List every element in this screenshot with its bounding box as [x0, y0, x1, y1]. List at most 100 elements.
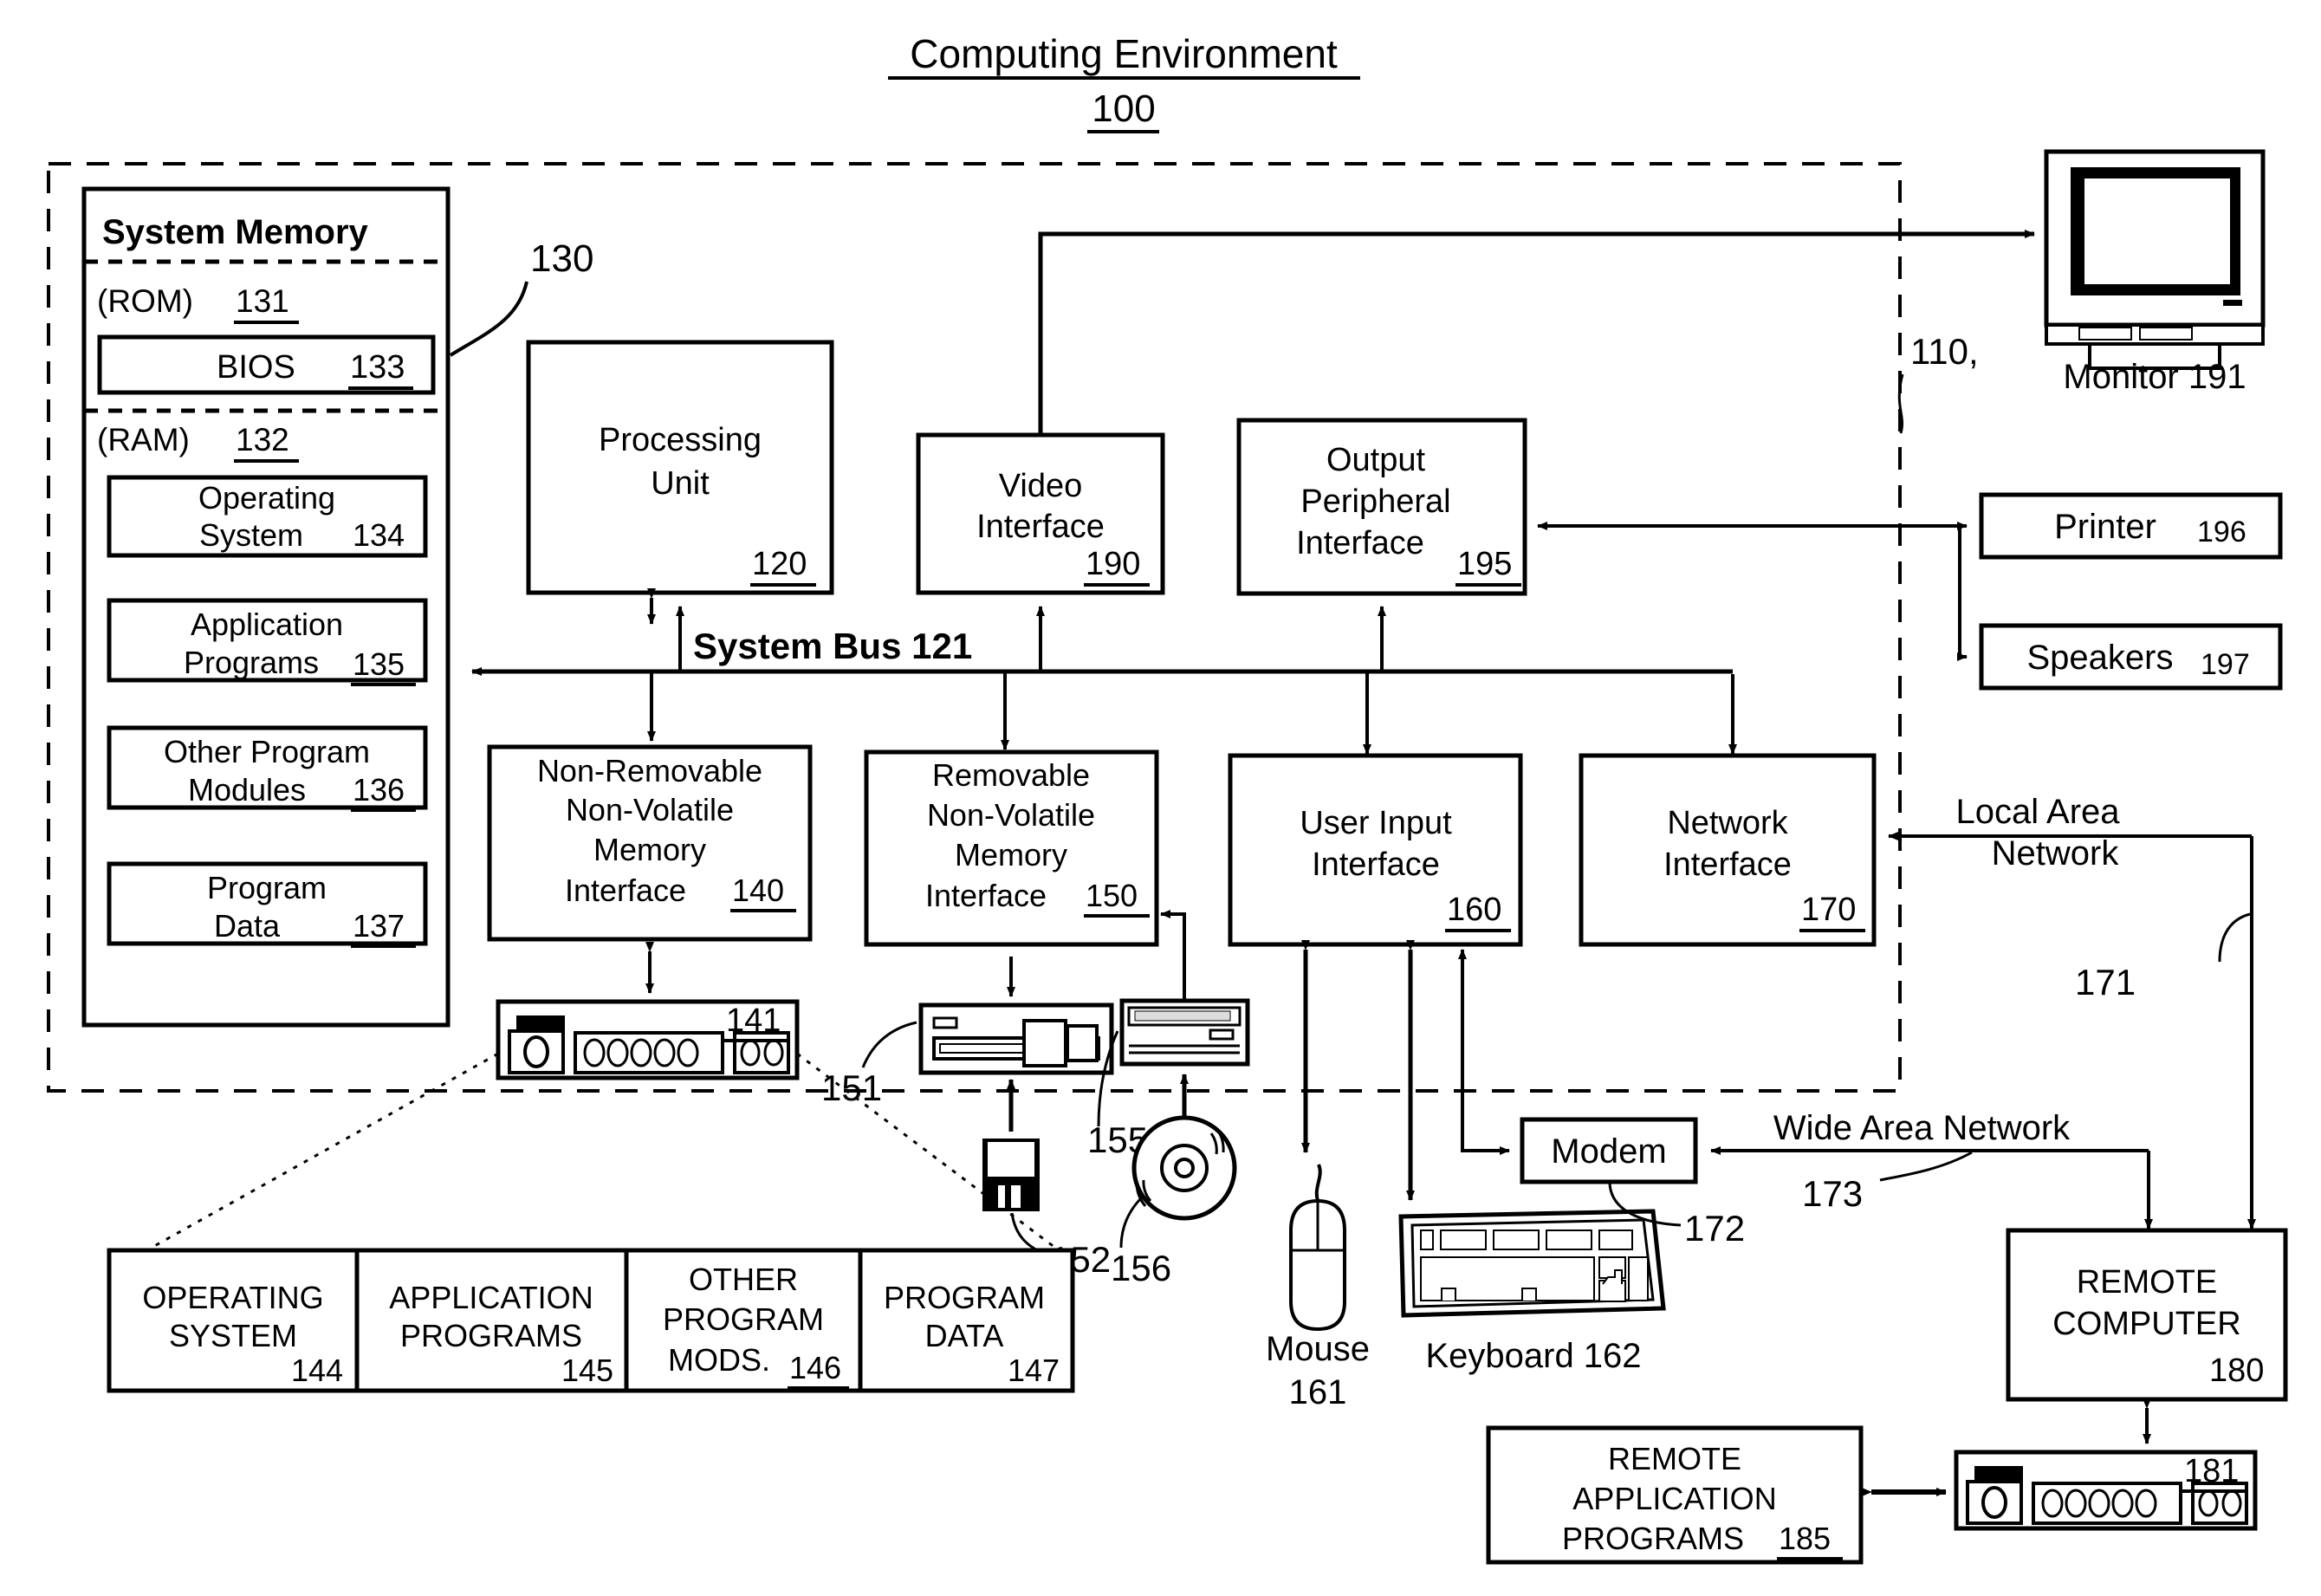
storage-content-other-program-mods: OTHER PROGRAM MODS. 146 — [624, 1248, 863, 1393]
bios-label: BIOS — [217, 349, 295, 386]
lan-label-line1: Local Area — [1955, 793, 2120, 831]
user-input-line1: User Input — [1300, 805, 1452, 841]
optical-disc-icon — [1131, 1115, 1237, 1221]
video-to-monitor-line — [1038, 230, 2035, 435]
floppy-drive-icon — [918, 1002, 1114, 1075]
keyboard-label: Keyboard 162 — [1425, 1337, 1641, 1375]
mouse-label-line2: 161 — [1289, 1373, 1347, 1411]
non-removable-ref: 140 — [732, 873, 784, 908]
remote-computer-line2: COMPUTER — [2052, 1306, 2240, 1342]
storage-content-ref: 147 — [1008, 1353, 1060, 1388]
network-interface-line2: Interface — [1663, 847, 1792, 883]
wan-label: Wide Area Network — [1773, 1109, 2071, 1147]
video-interface-line1: Video — [999, 468, 1083, 504]
memory-item-ref: 136 — [353, 772, 405, 808]
user-input-ref: 160 — [1447, 892, 1501, 928]
user-input-interface-box: User Input Interface 160 — [1228, 753, 1523, 947]
remote-apps-line1: REMOTE — [1608, 1441, 1741, 1476]
interface150-to-optical-drive — [1170, 912, 1186, 1001]
remote-apps-ref: 185 — [1779, 1521, 1831, 1556]
network-interface-line1: Network — [1667, 805, 1788, 841]
remote-application-programs-box: REMOTE APPLICATION PROGRAMS 185 — [1486, 1425, 1864, 1565]
bios-ref: 133 — [350, 349, 405, 386]
remote-apps-line2: APPLICATION — [1572, 1481, 1776, 1516]
memory-item-line1: Program — [207, 870, 327, 905]
storage-content-line1: APPLICATION — [389, 1280, 593, 1315]
remote-computer-line1: REMOTE — [2077, 1264, 2218, 1301]
storage-content-line1: PROGRAM — [884, 1280, 1045, 1315]
speakers-label: Speakers — [2027, 639, 2174, 677]
system-memory-block: System Memory (ROM) 131 BIOS 133 (RAM) 1… — [81, 186, 451, 1028]
storage-content-line2: PROGRAMS — [400, 1318, 582, 1353]
memory-item-line2: Data — [214, 908, 281, 944]
storage-content-line2: PROGRAM — [663, 1301, 824, 1337]
floppy-disk-icon — [982, 1139, 1040, 1211]
mouse-icon — [1289, 1164, 1346, 1332]
storage-content-line1: OPERATING — [142, 1280, 323, 1315]
ram-ref: 132 — [236, 422, 289, 457]
storage-content-application-programs: APPLICATION PROGRAMS 145 — [354, 1248, 629, 1393]
memory-item-program-data: Program Data 137 — [107, 861, 428, 948]
monitor-label: Monitor 191 — [2063, 358, 2246, 396]
storage-content-line3: MODS. — [668, 1342, 770, 1378]
figure-title-group: Computing Environment 100 — [888, 31, 1360, 133]
video-interface-box: Video Interface 190 — [916, 432, 1165, 595]
memory-item-line2: System — [199, 517, 303, 553]
remote-apps-line3: PROGRAMS — [1562, 1521, 1744, 1556]
storage-content-ref: 145 — [561, 1353, 613, 1388]
ram-label: (RAM) — [97, 422, 190, 457]
removable-line4: Interface — [925, 878, 1047, 913]
user-input-to-modem — [1461, 950, 1510, 1155]
storage-contents-bar: OPERATING SYSTEM 144 APPLICATION PROGRAM… — [107, 1248, 1075, 1393]
floppy-drive-ref: 151 — [821, 1067, 882, 1108]
mouse-label-line1: Mouse — [1266, 1330, 1370, 1368]
remote-computer-ref: 180 — [2209, 1353, 2264, 1389]
video-interface-line2: Interface — [976, 509, 1105, 545]
memory-item-line1: Operating — [198, 480, 335, 516]
memory-item-application-programs: Application Programs 135 — [107, 598, 428, 686]
rom-label: (ROM) — [97, 283, 193, 319]
storage-content-line2: SYSTEM — [169, 1318, 297, 1353]
system-bus-label: System Bus 121 — [693, 626, 972, 666]
output-peripheral-line1: Output — [1326, 442, 1426, 478]
lan-link: Local Area Network 171 — [1888, 793, 2256, 1229]
system-memory-heading: System Memory — [102, 213, 369, 251]
output-peripheral-line3: Interface — [1296, 525, 1424, 561]
storage-expansion-line-left — [127, 1052, 499, 1262]
storage-content-line1: OTHER — [689, 1262, 798, 1297]
removable-line3: Memory — [955, 837, 1067, 873]
system-bus: System Bus 121 — [471, 626, 1733, 676]
memory-item-line2: Programs — [184, 645, 319, 680]
hard-drive-icon: 141 — [496, 999, 800, 1080]
system-boundary-ref: 110, — [1910, 331, 1979, 372]
removable-line2: Non-Volatile — [927, 797, 1095, 833]
storage-content-operating-system: OPERATING SYSTEM 144 — [107, 1248, 360, 1393]
processing-unit-line1: Processing — [599, 422, 762, 458]
system-memory-callout: 130 — [449, 237, 593, 357]
output-peripheral-line2: Peripheral — [1300, 483, 1450, 520]
network-interface-ref: 170 — [1801, 892, 1856, 928]
storage-content-ref: 146 — [789, 1350, 841, 1385]
user-input-line2: Interface — [1312, 847, 1440, 883]
wan-link: Wide Area Network 173 — [1710, 1109, 2153, 1229]
network-interface-box: Network Interface 170 — [1579, 753, 1877, 947]
removable-line1: Removable — [932, 757, 1090, 793]
modem-box: Modem — [1520, 1117, 1698, 1184]
storage-content-line2: DATA — [925, 1318, 1004, 1353]
remote-hard-drive-ref: 181 — [2184, 1453, 2239, 1489]
output-peripheral-interface-box: Output Peripheral Interface 195 — [1236, 418, 1527, 596]
lan-ref: 171 — [2075, 962, 2136, 1002]
figure-title-ref: 100 — [1092, 88, 1155, 130]
memory-item-line1: Other Program — [164, 734, 370, 769]
speakers-box: Speakers 197 — [1979, 623, 2283, 691]
floppy-drive-callout: 151 — [821, 1021, 917, 1108]
remote-computer-box: REMOTE COMPUTER 180 — [2006, 1228, 2288, 1402]
processing-unit-line2: Unit — [651, 465, 710, 502]
non-removable-interface-box: Non-Removable Non-Volatile Memory Interf… — [487, 744, 813, 942]
removable-ref: 150 — [1086, 878, 1138, 913]
output-peripheral-ref: 195 — [1457, 546, 1512, 582]
memory-item-line2: Modules — [188, 772, 306, 808]
processing-unit-ref: 120 — [752, 546, 807, 582]
storage-content-ref: 144 — [291, 1353, 343, 1388]
processing-unit-box: Processing Unit 120 — [526, 340, 834, 595]
